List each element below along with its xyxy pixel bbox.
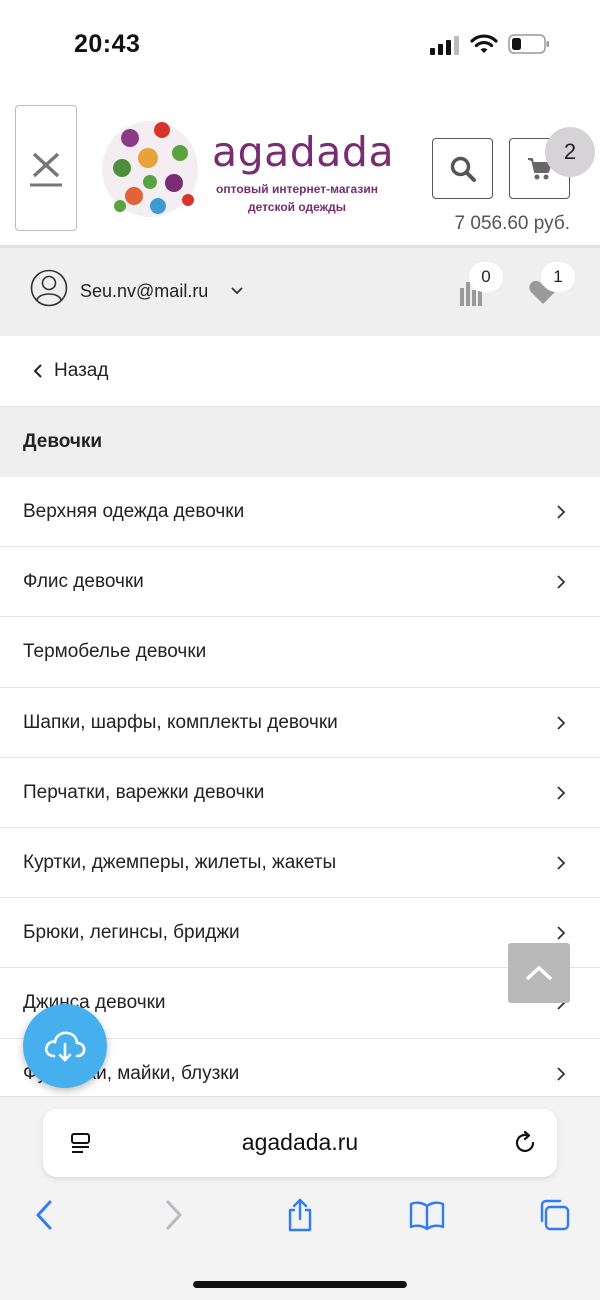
account-email[interactable]: Seu.nv@mail.ru [80,281,208,302]
battery-icon [508,34,549,54]
chevron-left-icon [33,364,42,378]
chevron-right-icon [557,926,566,940]
menu-item[interactable]: Флис девочки [0,547,600,618]
menu-item[interactable]: Шапки, шарфы, комплекты девочки [0,687,600,758]
chevron-right-icon [557,856,566,870]
share-button[interactable] [280,1195,320,1235]
cart-count-badge: 2 [545,127,595,177]
wifi-icon [470,34,498,53]
account-bar: Seu.nv@mail.ru 0 1 [0,248,600,336]
menu-item-label: Брюки, легинсы, бриджи [23,922,240,944]
logo-emblem-icon [102,121,198,217]
share-icon [288,1198,312,1232]
menu-item[interactable]: Термобелье девочки [0,617,600,688]
book-icon [409,1201,445,1231]
menu-item[interactable]: Перчатки, варежки девочки [0,757,600,828]
chevron-right-icon [557,1066,566,1081]
address-bar[interactable]: agadada.ru [43,1109,557,1177]
back-label: Назад [54,360,109,381]
download-app-button[interactable] [23,1004,107,1088]
user-avatar-icon[interactable] [30,269,68,307]
url-text[interactable]: agadada.ru [43,1129,557,1156]
cloud-download-icon [44,1031,86,1062]
chevron-right-icon [557,575,566,589]
menu-item-label: Куртки, джемперы, жилеты, жакеты [23,851,337,873]
menu-item[interactable]: Верхняя одежда девочки [0,477,600,548]
browser-toolbar: agadada.ru [0,1096,600,1300]
chevron-right-icon [557,715,566,730]
logo-wordmark: agadada [212,128,395,176]
close-icon [30,152,62,187]
browser-back-button[interactable] [24,1195,64,1235]
home-indicator [193,1281,407,1288]
status-time: 20:43 [74,30,141,58]
status-bar: 20:43 [0,0,600,90]
chevron-right-icon [166,1200,182,1230]
cellular-signal-icon [430,35,460,55]
chevron-right-icon [557,786,566,800]
chevron-up-icon [525,965,553,981]
logo-tagline: оптовый интернет-магазин [216,182,378,196]
logo-tagline-2: детской одежды [247,200,347,214]
section-title: Девочки [23,431,103,452]
menu-item-label: Флис девочки [23,571,144,593]
back-link[interactable]: Назад [0,336,600,407]
tabs-button[interactable] [534,1195,574,1235]
search-button[interactable] [432,138,493,199]
cart-total[interactable]: 7 056.60 руб. [455,213,570,235]
chevron-down-icon[interactable] [230,284,244,298]
compare-count-badge: 0 [469,262,503,292]
menu-item[interactable]: Куртки, джемперы, жилеты, жакеты [0,827,600,899]
close-menu-button[interactable] [15,105,77,231]
menu-item-label: Термобелье девочки [23,641,207,663]
search-icon [450,156,476,182]
menu-item-label: Перчатки, варежки девочки [23,781,265,803]
chevron-right-icon [557,505,566,519]
tabs-icon [540,1199,570,1231]
reload-icon[interactable] [511,1129,539,1157]
site-header: agadada оптовый интернет-магазин детской… [0,90,600,248]
site-logo[interactable]: agadada оптовый интернет-магазин детской… [100,108,394,230]
menu-item-label: Верхняя одежда девочки [23,501,245,522]
browser-forward-button[interactable] [154,1195,194,1235]
menu-item-label: Шапки, шарфы, комплекты девочки [23,711,338,733]
scroll-to-top-button[interactable] [508,943,570,1003]
section-header: Девочки [0,407,600,477]
bookmarks-button[interactable] [407,1195,447,1235]
favorites-count-badge: 1 [541,262,575,292]
chevron-left-icon [36,1200,52,1230]
